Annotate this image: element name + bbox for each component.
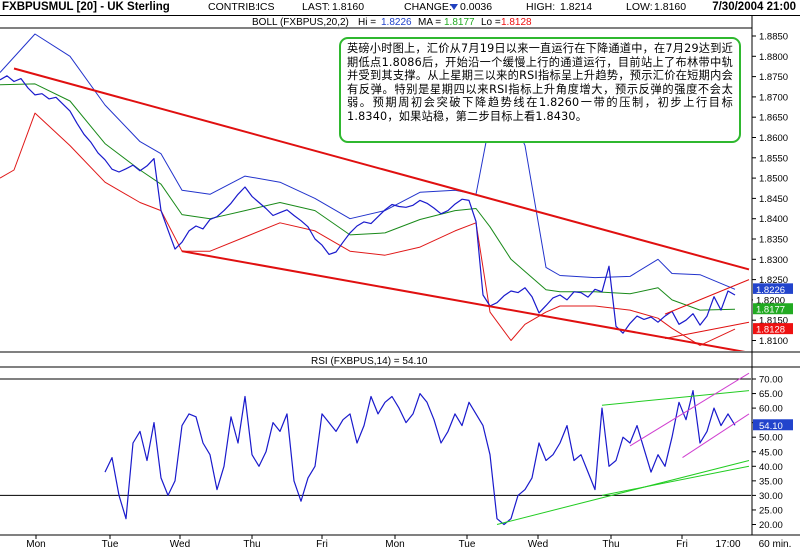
x-tick-label: Wed (528, 539, 548, 550)
analysis-note: 英磅小时图上，汇价从7月19日以来一直运行在下降通道中，在7月29达到近期低点1… (339, 37, 741, 143)
x-tick-label: Wed (170, 539, 190, 550)
price-tick-label: 1.8550 (759, 153, 788, 164)
price-tick-label: 1.8800 (759, 52, 788, 63)
price-tick-label: 1.8650 (759, 113, 788, 124)
price-trendline (664, 279, 750, 315)
rsi-tick-label: 60.00 (759, 404, 783, 415)
price-tick-label: 1.8750 (759, 72, 788, 83)
price-tick-label: 1.8450 (759, 194, 788, 205)
rsi-tick-label: 35.00 (759, 476, 783, 487)
rsi-tick-label: 70.00 (759, 375, 783, 386)
boll-ma-label: MA = (418, 17, 441, 28)
rsi-tick-label: 30.00 (759, 491, 783, 502)
rsi-trendline (496, 459, 750, 525)
rsi-tick-label: 25.00 (759, 505, 783, 516)
price-y-axis: 1.8850 1.8800 1.8750 1.8700 1.8650 1.8600 1.85… (752, 32, 793, 347)
rsi-trendline (601, 465, 750, 496)
price-tick-label: 1.8400 (759, 214, 788, 225)
rsi-line (104, 390, 736, 526)
x-tick-label: Mon (385, 539, 404, 550)
rsi-trendline (682, 413, 750, 458)
x-tick-label: Thu (243, 539, 260, 550)
price-badge: 1.8177 (753, 303, 793, 316)
boll-legend-name: BOLL (FXBPUS,20,2) (252, 17, 349, 28)
price-trendline (181, 250, 746, 351)
boll-lo-label: Lo = (481, 17, 501, 28)
time-x-axis: Mon Tue Wed Thu Fri Mon Tue Wed Thu Fri 17:00 60 mi… (26, 535, 791, 550)
price-tick-label: 1.8700 (759, 92, 788, 103)
x-tick-label: Thu (602, 539, 619, 550)
chart-window: FXBPUSMUL [20] - UK Sterling CONTRIB: IC… (0, 0, 800, 550)
rsi-trendline (601, 390, 750, 406)
price-tick-label: 1.8850 (759, 32, 788, 43)
interval-label: 60 min. (759, 539, 792, 550)
price-tick-label: 1.8350 (759, 235, 788, 246)
boll-hi-value: 1.8226 (381, 17, 412, 28)
rsi-plot (0, 372, 751, 526)
rsi-y-axis: 70.0065.0060.0055.0050.0045.0040.0035.00… (752, 375, 793, 531)
price-tick-label: 1.8100 (759, 336, 788, 347)
price-tick-label: 1.8300 (759, 255, 788, 266)
boll-lo-value: 1.8128 (501, 17, 532, 28)
rsi-trendline (629, 372, 750, 447)
price-badge-label: 1.8177 (756, 305, 785, 316)
price-badge-label: 1.8128 (756, 325, 785, 336)
rsi-tick-label: 65.00 (759, 389, 783, 400)
rsi-tick-label: 20.00 (759, 520, 783, 531)
rsi-legend: RSI (FXBPUS,14) = 54.10 (311, 356, 428, 367)
price-badge: 1.8128 (753, 323, 793, 336)
boll-ma-value: 1.8177 (444, 17, 475, 28)
price-tick-label: 1.8600 (759, 133, 788, 144)
rsi-tick-label: 45.00 (759, 447, 783, 458)
x-tick-label: Mon (26, 539, 45, 550)
x-tick-label: Fri (676, 539, 688, 550)
rsi-series-group (0, 372, 751, 526)
rsi-tick-label: 50.00 (759, 433, 783, 444)
boll-hi-label: Hi = (358, 17, 376, 28)
rsi-badge-label: 54.10 (759, 421, 783, 432)
rsi-badge: 54.10 (753, 419, 793, 432)
price-tick-label: 1.8500 (759, 174, 788, 185)
x-tick-label: Tue (102, 539, 119, 550)
price-trendline (664, 321, 750, 339)
rsi-tick-label: 40.00 (759, 462, 783, 473)
x-tick-label: Fri (316, 539, 328, 550)
x-tick-label: 17:00 (715, 539, 740, 550)
x-tick-label: Tue (459, 539, 476, 550)
boll-legend: BOLL (FXBPUS,20,2) Hi = 1.8226 MA = 1.81… (252, 17, 532, 28)
